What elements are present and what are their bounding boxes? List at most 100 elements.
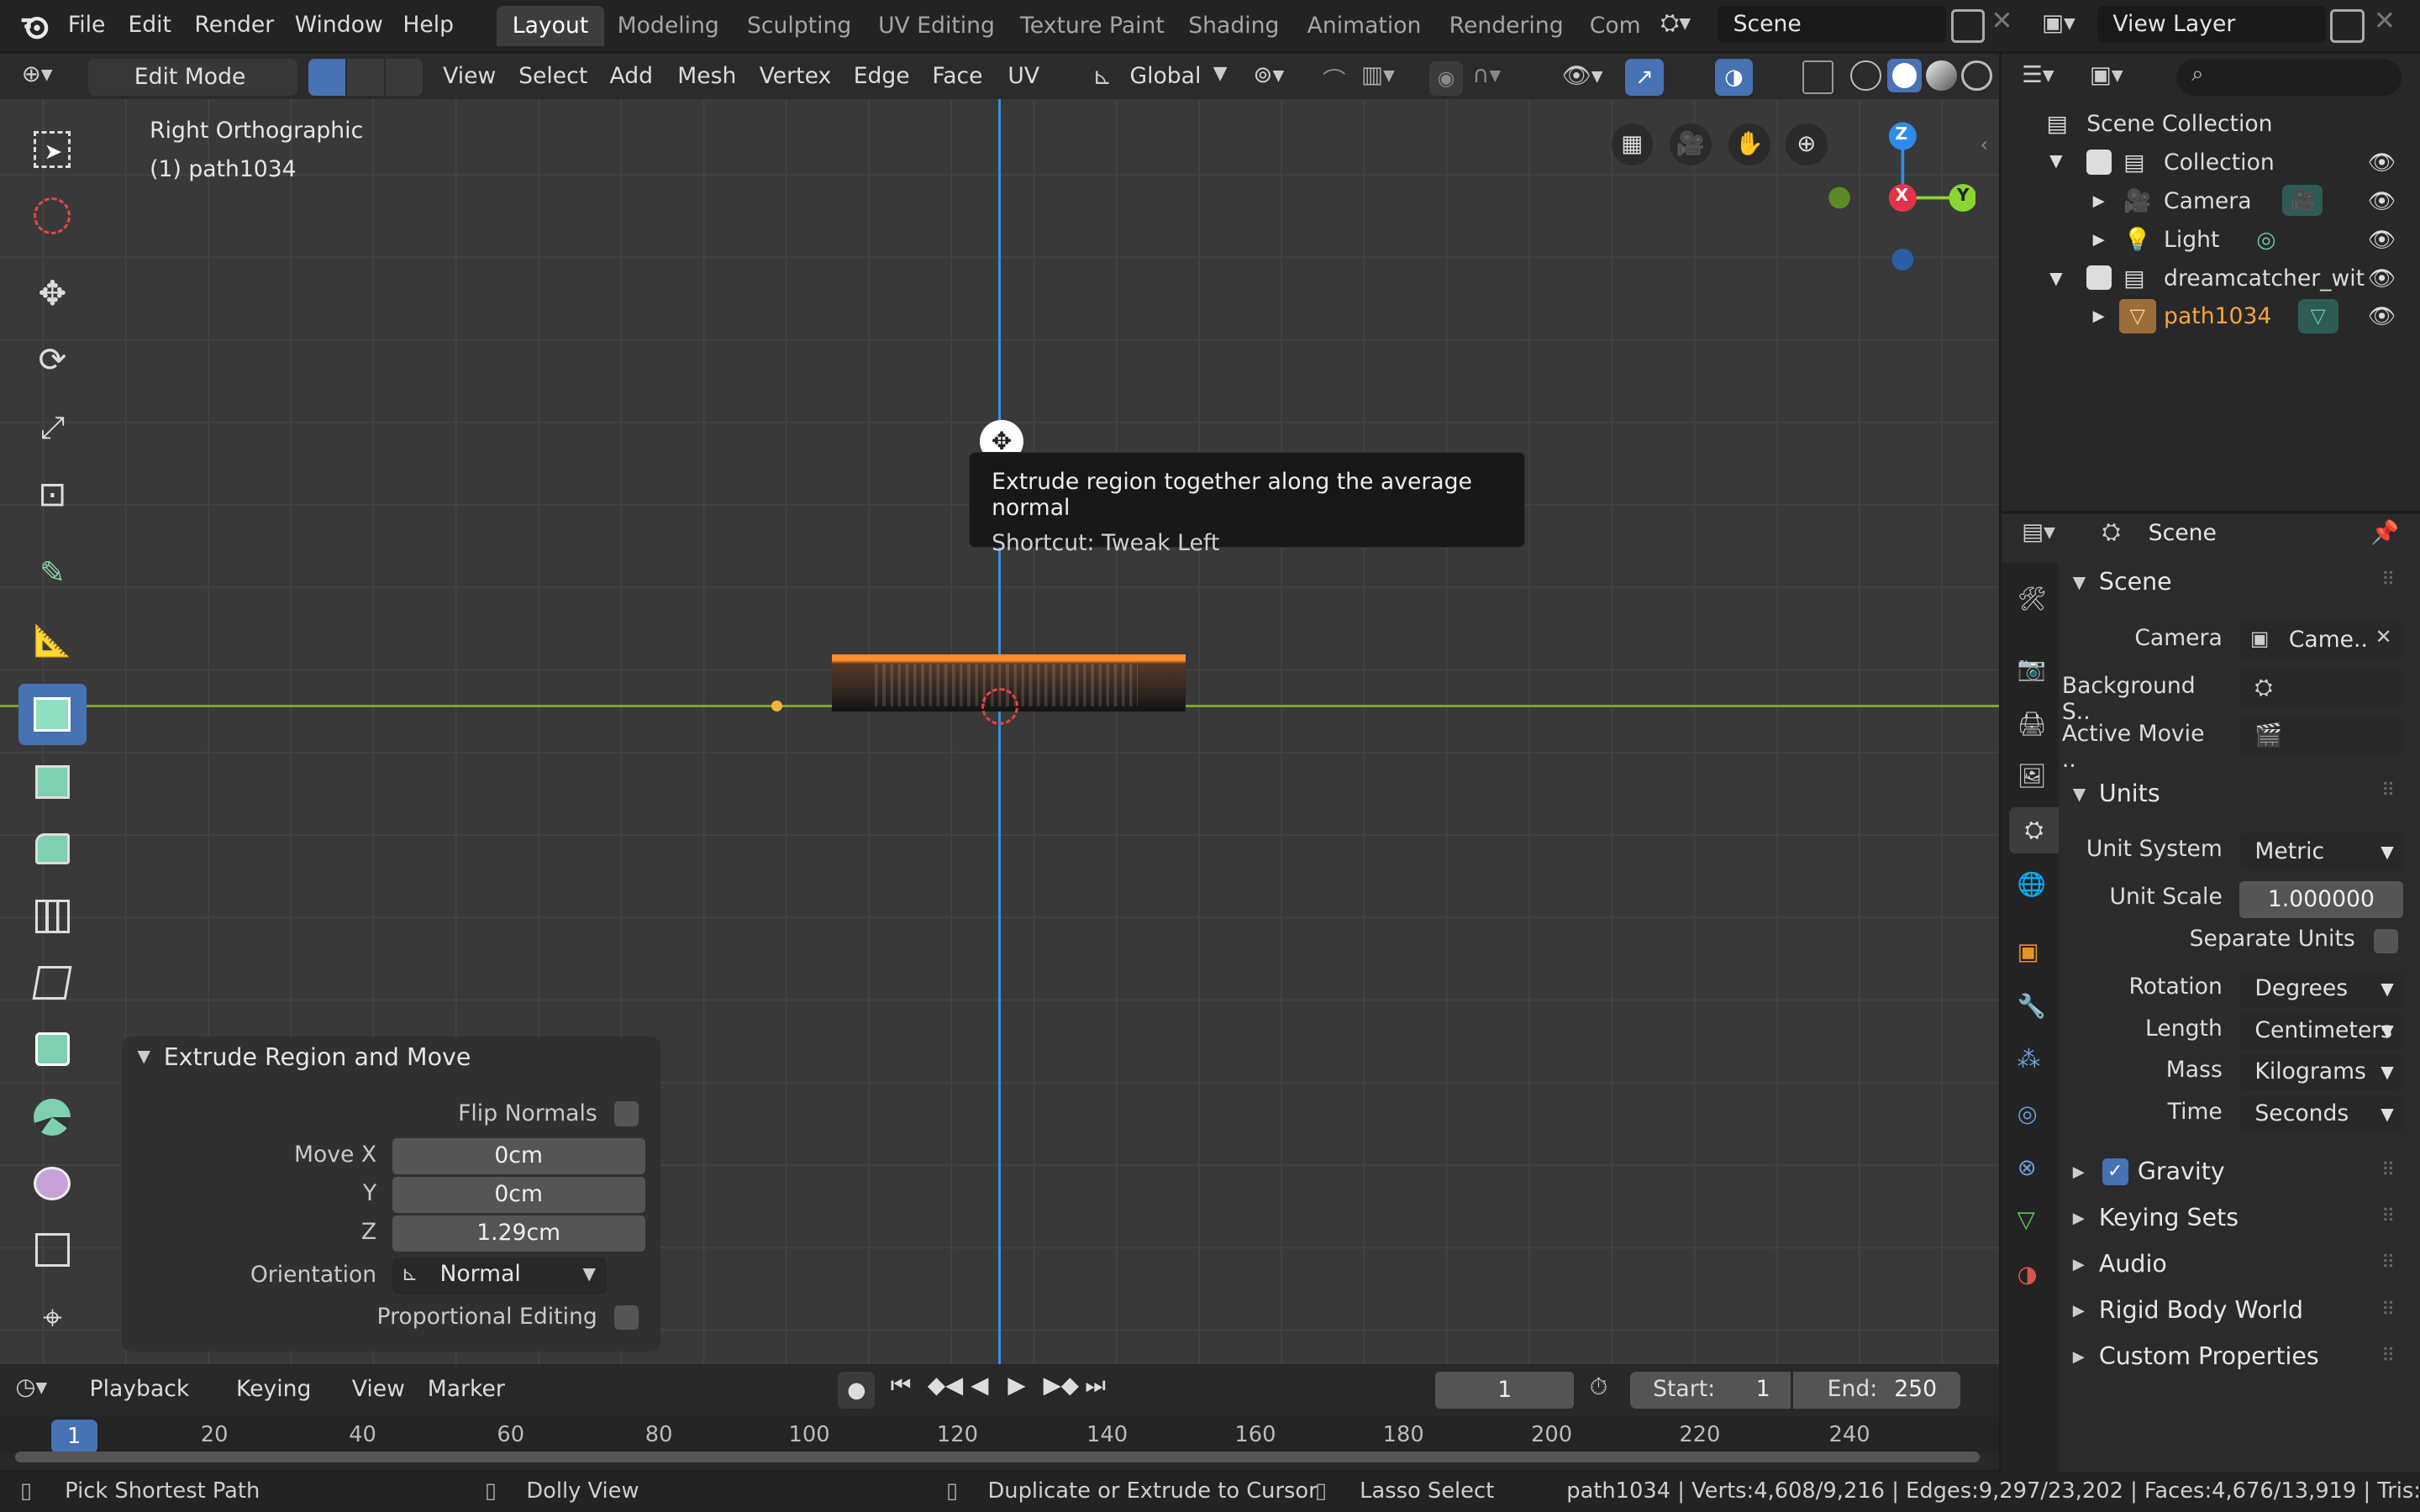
visibility-icon[interactable]: 👁▾ — [1562, 61, 1603, 89]
grid-view-icon[interactable]: ▦ — [1611, 123, 1654, 165]
timeline-editor-icon[interactable]: ◷▾ — [15, 1373, 74, 1407]
outliner-scene-collection[interactable]: Scene Collection — [2086, 105, 2272, 144]
render-tab-icon[interactable]: 📷 — [2018, 654, 2046, 682]
rotation-select[interactable]: Degrees ▼ — [2239, 970, 2403, 1008]
next-keyframe-icon[interactable]: ▶◆ — [1044, 1372, 1079, 1399]
unit-system-select[interactable]: Metric ▼ — [2239, 832, 2403, 870]
xray-icon[interactable] — [1802, 60, 1833, 95]
mode-dropdown[interactable]: Edit Mode — [87, 58, 298, 96]
active-movie-field[interactable]: 🎬 — [2239, 717, 2403, 755]
drag-handle-icon[interactable]: ⠿ — [2381, 780, 2395, 801]
blender-logo-icon[interactable] — [18, 11, 50, 42]
cursor-tool-icon[interactable] — [18, 185, 87, 246]
unit-scale-field[interactable]: 1.000000 — [2239, 880, 2403, 918]
editor-type-icon[interactable]: ⊕▾ — [22, 60, 77, 94]
collection-checkbox[interactable] — [2086, 150, 2112, 175]
tab-animation[interactable]: Animation — [1292, 6, 1436, 46]
edge-select-icon[interactable] — [347, 58, 385, 96]
face-select-icon[interactable] — [386, 58, 424, 96]
drag-handle-icon[interactable]: ⠿ — [2381, 1206, 2395, 1227]
menu-add[interactable]: Add — [609, 54, 653, 98]
chevron-down-icon[interactable]: ▼ — [2073, 784, 2086, 804]
clear-camera-icon[interactable]: ✕ — [2375, 625, 2392, 648]
mesh-data-icon[interactable]: ▽ — [2297, 299, 2338, 333]
timeline-menu-marker[interactable]: Marker — [428, 1367, 505, 1411]
chevron-down-icon[interactable]: ▼ — [2049, 142, 2063, 181]
tab-sculpting[interactable]: Sculpting — [732, 6, 867, 46]
record-icon[interactable]: ● — [838, 1371, 876, 1409]
scene-selector[interactable]: Scene — [1718, 6, 1947, 44]
operator-title[interactable]: Extrude Region and Move — [164, 1043, 471, 1071]
tab-compositing[interactable]: Com — [1574, 6, 1656, 46]
chevron-right-icon[interactable]: ▶ — [2073, 1256, 2085, 1273]
scene-icon[interactable]: ⛭▾ — [1660, 9, 1712, 43]
collection-checkbox[interactable] — [2086, 265, 2112, 291]
move-tool-icon[interactable]: ✥ — [18, 262, 87, 323]
drag-handle-icon[interactable]: ⠿ — [2381, 1346, 2395, 1367]
move-z-field[interactable]: 1.29cm — [392, 1215, 645, 1252]
menu-mesh[interactable]: Mesh — [677, 54, 736, 98]
tab-layout[interactable]: Layout — [497, 6, 604, 47]
snap-target-icon[interactable]: ▥▾ — [1361, 61, 1395, 88]
playhead[interactable]: 1 — [50, 1419, 97, 1454]
output-tab-icon[interactable]: 🖨 — [2018, 710, 2047, 738]
outliner-item-light[interactable]: Light — [2164, 221, 2219, 260]
light-data-icon[interactable]: ◎ — [2256, 221, 2275, 260]
menu-render[interactable]: Render — [194, 0, 274, 51]
knife-tool-icon[interactable] — [18, 952, 87, 1013]
drag-handle-icon[interactable]: ⠿ — [2381, 1299, 2395, 1320]
object-tab-icon[interactable]: ▣ — [2018, 938, 2039, 965]
loop-cut-tool-icon[interactable] — [18, 885, 87, 947]
drag-handle-icon[interactable]: ⠿ — [2381, 1252, 2395, 1273]
snap-icon[interactable]: ⌒ — [1323, 61, 1346, 95]
annotate-tool-icon[interactable]: ✎ — [18, 542, 87, 603]
material-tab-icon[interactable]: ◑ — [2018, 1261, 2038, 1288]
rotate-tool-icon[interactable]: ⟳ — [18, 328, 87, 390]
transform-tool-icon[interactable]: ⊡ — [18, 463, 87, 524]
tool-tab-icon[interactable]: 🛠 — [2018, 585, 2047, 612]
menu-file[interactable]: File — [68, 0, 106, 51]
timeline-menu-playback[interactable]: Playback — [90, 1367, 190, 1411]
menu-select[interactable]: Select — [518, 54, 587, 98]
new-scene-icon[interactable] — [1950, 9, 1985, 44]
select-box-icon[interactable]: ➤ — [18, 118, 87, 180]
chevron-right-icon[interactable]: ▶ — [2093, 182, 2105, 221]
tab-shading[interactable]: Shading — [1173, 6, 1295, 46]
chevron-right-icon[interactable]: ▶ — [2093, 297, 2105, 336]
spin-tool-icon[interactable] — [18, 1086, 87, 1147]
proportional-icon[interactable]: ◉ — [1428, 61, 1464, 96]
new-view-layer-icon[interactable] — [2330, 9, 2365, 44]
chevron-down-icon[interactable]: ▼ — [1213, 63, 1228, 84]
menu-view[interactable]: View — [443, 54, 496, 98]
menu-vertex[interactable]: Vertex — [760, 54, 832, 98]
view-layer-tab-icon[interactable]: 🖼 — [2018, 762, 2047, 790]
outliner-editor-icon[interactable]: ☰▾ — [2022, 61, 2054, 88]
eye-icon[interactable]: 👁 — [2367, 144, 2396, 182]
gizmo-toggle-icon[interactable]: ↗ — [1625, 58, 1664, 96]
start-frame-field[interactable]: Start: 1 — [1629, 1371, 1791, 1409]
end-frame-field[interactable]: End: 250 — [1793, 1371, 1960, 1409]
scene-tab-icon[interactable]: ⛭ — [2009, 806, 2060, 853]
gravity-checkbox[interactable]: ✓ — [2102, 1158, 2128, 1185]
solid-shading-icon[interactable] — [1887, 58, 1922, 93]
time-select[interactable]: Seconds ▼ — [2239, 1095, 2403, 1133]
chevron-down-icon[interactable]: ▼ — [2073, 572, 2086, 592]
units-section-title[interactable]: Units — [2099, 780, 2160, 807]
menu-uv[interactable]: UV — [1007, 54, 1039, 98]
view-layer-selector[interactable]: View Layer — [2097, 6, 2326, 44]
inset-faces-tool-icon[interactable] — [18, 751, 87, 812]
scene-section-title[interactable]: Scene — [2099, 568, 2172, 596]
close-scene-icon[interactable]: ✕ — [1991, 6, 2012, 36]
pan-hand-icon[interactable]: ✋ — [1728, 123, 1770, 165]
timeline-menu-keying[interactable]: Keying — [236, 1367, 311, 1411]
data-tab-icon[interactable]: ▽ — [2018, 1206, 2035, 1233]
background-scene-field[interactable]: ⛭ — [2239, 669, 2403, 707]
jump-end-icon[interactable]: ⏭ — [1085, 1372, 1106, 1399]
poly-build-tool-icon[interactable] — [18, 1018, 87, 1079]
rigid-body-world-section-title[interactable]: Rigid Body World — [2099, 1296, 2303, 1324]
menu-face[interactable]: Face — [932, 54, 982, 98]
play-reverse-icon[interactable]: ◀ — [971, 1372, 988, 1399]
falloff-icon[interactable]: ∩▾ — [1472, 61, 1501, 88]
smooth-tool-icon[interactable] — [18, 1152, 87, 1214]
eye-icon[interactable]: 👁 — [2367, 182, 2396, 221]
